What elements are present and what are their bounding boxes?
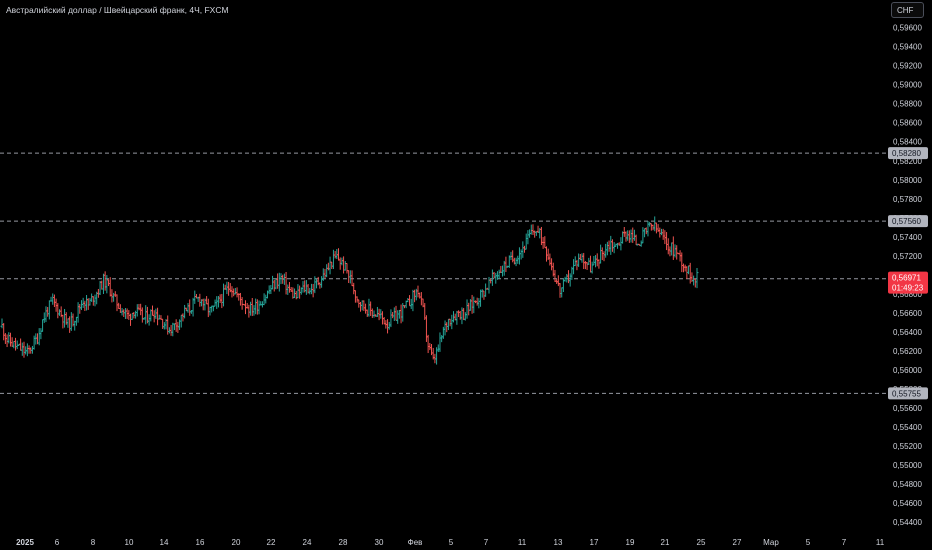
level-label: 0,58280 (892, 149, 921, 158)
x-tick-label: 10 (125, 538, 134, 547)
y-tick-label: 0,56000 (893, 366, 922, 375)
x-tick-label: 5 (449, 538, 454, 547)
y-tick-label: 0,58600 (893, 119, 922, 128)
x-tick-label: 2025 (16, 538, 34, 547)
countdown-label: 01:49:23 (892, 284, 924, 293)
y-tick-label: 0,54800 (893, 480, 922, 489)
y-tick-label: 0,57800 (893, 195, 922, 204)
current-price-label: 0,56971 (892, 274, 921, 283)
x-tick-label: 24 (303, 538, 312, 547)
x-tick-label: 21 (661, 538, 670, 547)
chart-title: Австралийский доллар / Швейцарский франк… (6, 5, 229, 15)
y-tick-label: 0,58800 (893, 100, 922, 109)
x-tick-label: Мар (763, 538, 779, 547)
y-tick-label: 0,59000 (893, 81, 922, 90)
y-tick-label: 0,56600 (893, 309, 922, 318)
y-tick-label: 0,59600 (893, 24, 922, 33)
y-tick-label: 0,56200 (893, 347, 922, 356)
y-tick-label: 0,55200 (893, 442, 922, 451)
x-tick-label: 27 (733, 538, 742, 547)
level-label: 0,55755 (892, 389, 921, 398)
x-tick-label: 5 (806, 538, 811, 547)
x-tick-label: 20 (232, 538, 241, 547)
x-tick-label: 11 (876, 538, 885, 547)
y-tick-label: 0,54600 (893, 499, 922, 508)
y-tick-label: 0,58400 (893, 138, 922, 147)
y-tick-label: 0,57400 (893, 233, 922, 242)
y-tick-label: 0,55600 (893, 404, 922, 413)
x-tick-label: 6 (55, 538, 60, 547)
x-tick-label: 8 (91, 538, 96, 547)
y-tick-label: 0,54400 (893, 518, 922, 527)
y-tick-label: 0,57200 (893, 252, 922, 261)
x-tick-label: 19 (626, 538, 635, 547)
y-tick-label: 0,55000 (893, 461, 922, 470)
x-tick-label: 7 (484, 538, 489, 547)
x-tick-label: 16 (196, 538, 205, 547)
y-tick-label: 0,59400 (893, 43, 922, 52)
level-label: 0,57560 (892, 217, 921, 226)
y-tick-label: 0,58000 (893, 176, 922, 185)
x-tick-label: 28 (339, 538, 348, 547)
y-tick-label: 0,59200 (893, 62, 922, 71)
x-tick-label: 25 (697, 538, 706, 547)
y-tick-label: 0,56400 (893, 328, 922, 337)
x-tick-label: 22 (267, 538, 276, 547)
x-tick-label: 14 (160, 538, 169, 547)
x-tick-label: 17 (590, 538, 599, 547)
x-tick-label: Фев (408, 538, 423, 547)
price-chart[interactable]: 0,59600 0,59400 0,59200 0,59000 0,58800 0,586… (0, 0, 932, 550)
chart-background (0, 0, 932, 550)
x-tick-label: 30 (375, 538, 384, 547)
currency-button[interactable]: CHF (891, 2, 924, 18)
x-tick-label: 11 (518, 538, 527, 547)
x-tick-label: 7 (842, 538, 847, 547)
y-tick-label: 0,55400 (893, 423, 922, 432)
x-tick-label: 13 (554, 538, 563, 547)
